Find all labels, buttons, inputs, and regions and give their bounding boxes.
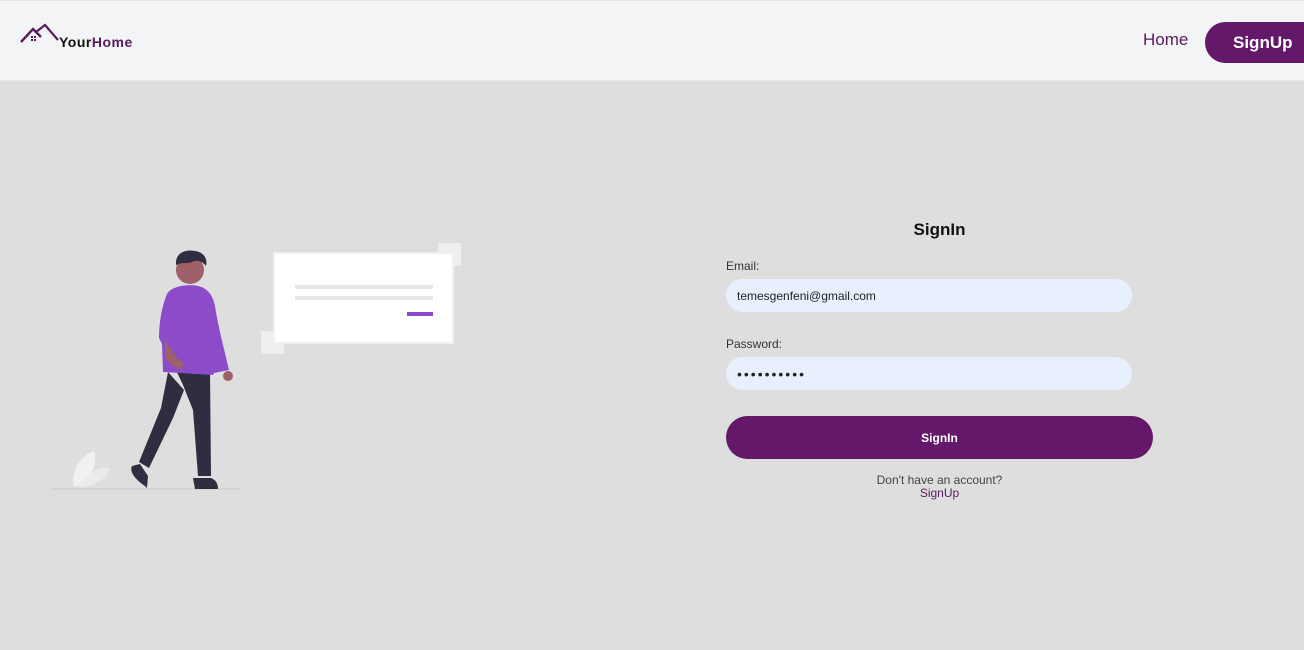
- email-field[interactable]: [726, 279, 1132, 312]
- brand-name-part1: Your: [59, 34, 92, 50]
- form-title: SignIn: [913, 220, 966, 239]
- brand-logo[interactable]: YourHome: [20, 23, 150, 55]
- email-label: Email:: [726, 259, 760, 273]
- no-account-text: Don't have an account?: [876, 473, 1003, 487]
- password-label: Password:: [726, 337, 783, 351]
- navbar: YourHome Home SignUp: [0, 0, 1304, 81]
- signin-button[interactable]: SignIn: [726, 416, 1153, 459]
- brand-name-part2: Home: [91, 34, 133, 50]
- nav-home-link[interactable]: Home: [1143, 30, 1188, 50]
- person-with-message-card-illustration: [51, 243, 461, 490]
- signup-link[interactable]: SignUp: [726, 486, 1153, 500]
- brand-name: YourHome: [59, 34, 133, 50]
- password-field[interactable]: [726, 357, 1132, 390]
- house-roof-icon: [20, 23, 59, 43]
- nav-signup-button[interactable]: SignUp: [1205, 22, 1304, 63]
